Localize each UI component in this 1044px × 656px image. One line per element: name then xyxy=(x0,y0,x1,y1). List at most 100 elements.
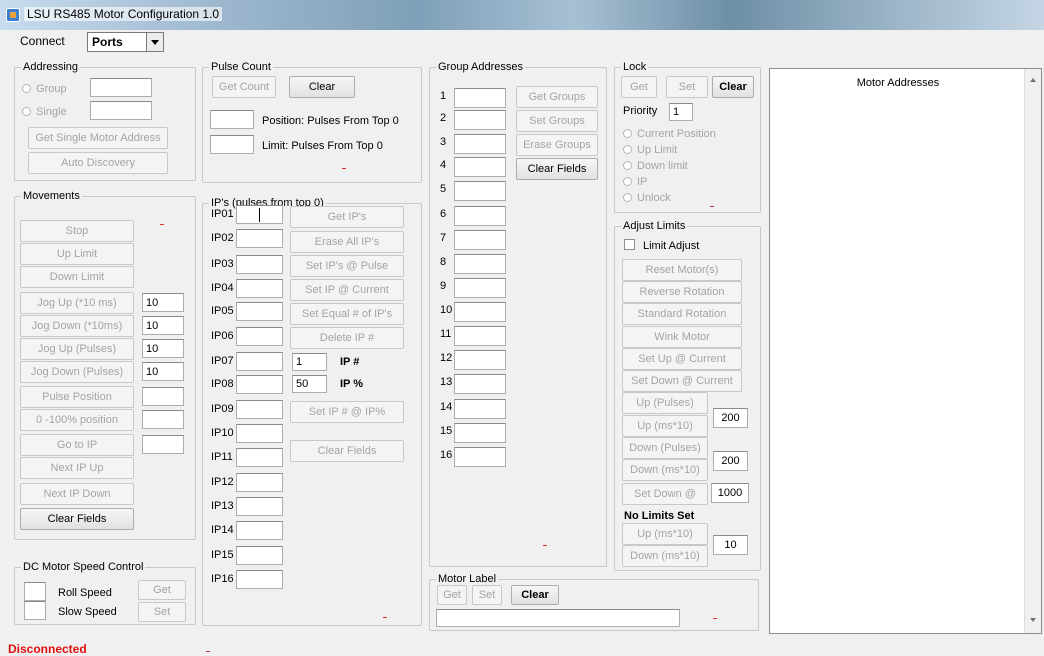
group-radio[interactable] xyxy=(22,84,31,93)
ip-number-input[interactable]: 1 xyxy=(292,353,327,371)
jog-up-pulses-input[interactable]: 10 xyxy=(142,339,184,358)
ip-input[interactable] xyxy=(236,521,283,540)
ip-input[interactable] xyxy=(236,327,283,346)
get-count-button[interactable]: Get Count xyxy=(212,76,276,98)
set-down-at-button[interactable]: Set Down @ xyxy=(622,483,708,505)
set-up-at-current-button[interactable]: Set Up @ Current xyxy=(622,348,742,370)
ip-input[interactable] xyxy=(236,546,283,565)
wink-motor-button[interactable]: Wink Motor xyxy=(622,326,742,348)
up-value-input[interactable]: 200 xyxy=(713,408,748,428)
single-address-input[interactable] xyxy=(90,101,152,120)
percent-position-input[interactable] xyxy=(142,410,184,429)
ip-input[interactable] xyxy=(236,205,283,224)
motor-addresses-scrollbar[interactable] xyxy=(1024,69,1041,633)
ip-percent-input[interactable]: 50 xyxy=(292,375,327,393)
set-ips-at-pulse-button[interactable]: Set IP's @ Pulse xyxy=(290,255,404,277)
lock-current-position-radio[interactable] xyxy=(623,129,632,138)
motor-label-clear-button[interactable]: Clear xyxy=(511,585,559,605)
down-pulses-button[interactable]: Down (Pulses) xyxy=(622,437,708,459)
set-ip-at-percent-button[interactable]: Set IP # @ IP% xyxy=(290,401,404,423)
limit-pulses-input[interactable] xyxy=(210,135,254,154)
jog-up-ms-button[interactable]: Jog Up (*10 ms) xyxy=(20,292,134,314)
lock-up-limit-radio[interactable] xyxy=(623,145,632,154)
lock-set-button[interactable]: Set xyxy=(666,76,708,98)
group-address-input[interactable] xyxy=(454,302,506,322)
group-address-input[interactable] xyxy=(454,374,506,394)
motor-label-get-button[interactable]: Get xyxy=(437,585,467,605)
no-limits-value-input[interactable]: 10 xyxy=(713,535,748,555)
motor-label-input[interactable] xyxy=(436,609,680,627)
group-address-input[interactable] xyxy=(454,254,506,274)
position-pulses-input[interactable] xyxy=(210,110,254,129)
erase-all-ips-button[interactable]: Erase All IP's xyxy=(290,231,404,253)
dc-set-button[interactable]: Set xyxy=(138,602,186,622)
no-limits-up-button[interactable]: Up (ms*10) xyxy=(622,523,708,545)
down-limit-button[interactable]: Down Limit xyxy=(20,266,134,288)
ip-input[interactable] xyxy=(236,352,283,371)
get-single-motor-address-button[interactable]: Get Single Motor Address xyxy=(28,127,168,149)
go-to-ip-button[interactable]: Go to IP xyxy=(20,434,134,456)
roll-speed-input[interactable] xyxy=(24,582,46,601)
up-ms-button[interactable]: Up (ms*10) xyxy=(622,415,708,437)
motor-addresses-list[interactable]: Motor Addresses xyxy=(769,68,1042,634)
auto-discovery-button[interactable]: Auto Discovery xyxy=(28,152,168,174)
get-ips-button[interactable]: Get IP's xyxy=(290,206,404,228)
motor-label-set-button[interactable]: Set xyxy=(472,585,502,605)
up-pulses-button[interactable]: Up (Pulses) xyxy=(622,392,708,414)
scroll-up-icon[interactable] xyxy=(1030,78,1036,82)
slow-speed-input[interactable] xyxy=(24,601,46,620)
group-address-input[interactable] xyxy=(454,157,506,177)
next-ip-up-button[interactable]: Next IP Up xyxy=(20,457,134,479)
stop-button[interactable]: Stop xyxy=(20,220,134,242)
jog-up-ms-input[interactable]: 10 xyxy=(142,293,184,312)
movements-clear-fields-button[interactable]: Clear Fields xyxy=(20,508,134,530)
ip-input[interactable] xyxy=(236,375,283,394)
group-address-input[interactable] xyxy=(454,326,506,346)
jog-down-ms-button[interactable]: Jog Down (*10ms) xyxy=(20,315,134,337)
ip-input[interactable] xyxy=(236,473,283,492)
go-to-ip-input[interactable] xyxy=(142,435,184,454)
reset-motors-button[interactable]: Reset Motor(s) xyxy=(622,259,742,281)
pulse-clear-button[interactable]: Clear xyxy=(289,76,355,98)
pulse-position-input[interactable] xyxy=(142,387,184,406)
percent-position-button[interactable]: 0 -100% position xyxy=(20,409,134,431)
down-value-input[interactable]: 200 xyxy=(713,451,748,471)
group-address-input[interactable] xyxy=(454,88,506,108)
group-address-input[interactable] xyxy=(454,206,506,226)
up-limit-button[interactable]: Up Limit xyxy=(20,243,134,265)
no-limits-down-button[interactable]: Down (ms*10) xyxy=(622,545,708,567)
ip-input[interactable] xyxy=(236,424,283,443)
group-address-input[interactable] xyxy=(90,78,152,97)
group-address-input[interactable] xyxy=(454,110,506,130)
ip-input[interactable] xyxy=(236,279,283,298)
next-ip-down-button[interactable]: Next IP Down xyxy=(20,483,134,505)
get-groups-button[interactable]: Get Groups xyxy=(516,86,598,108)
jog-down-pulses-input[interactable]: 10 xyxy=(142,362,184,381)
lock-clear-button[interactable]: Clear xyxy=(712,76,754,98)
single-radio[interactable] xyxy=(22,107,31,116)
jog-down-pulses-button[interactable]: Jog Down (Pulses) xyxy=(20,361,134,383)
ip-input[interactable] xyxy=(236,448,283,467)
set-down-at-current-button[interactable]: Set Down @ Current xyxy=(622,370,742,392)
group-address-input[interactable] xyxy=(454,230,506,250)
ip-input[interactable] xyxy=(236,229,283,248)
delete-ip-button[interactable]: Delete IP # xyxy=(290,327,404,349)
dc-get-button[interactable]: Get xyxy=(138,580,186,600)
ips-clear-fields-button[interactable]: Clear Fields xyxy=(290,440,404,462)
group-address-input[interactable] xyxy=(454,423,506,443)
groups-clear-fields-button[interactable]: Clear Fields xyxy=(516,158,598,180)
priority-input[interactable]: 1 xyxy=(669,103,693,121)
group-address-input[interactable] xyxy=(454,350,506,370)
limit-adjust-checkbox[interactable] xyxy=(624,239,635,250)
chevron-down-icon[interactable] xyxy=(146,33,163,51)
scroll-down-icon[interactable] xyxy=(1030,618,1036,622)
group-address-input[interactable] xyxy=(454,278,506,298)
ip-input[interactable] xyxy=(236,302,283,321)
pulse-position-button[interactable]: Pulse Position xyxy=(20,386,134,408)
group-address-input[interactable] xyxy=(454,134,506,154)
set-down-value-input[interactable]: 1000 xyxy=(711,483,749,503)
set-groups-button[interactable]: Set Groups xyxy=(516,110,598,132)
group-address-input[interactable] xyxy=(454,447,506,467)
ip-input[interactable] xyxy=(236,570,283,589)
ip-input[interactable] xyxy=(236,497,283,516)
